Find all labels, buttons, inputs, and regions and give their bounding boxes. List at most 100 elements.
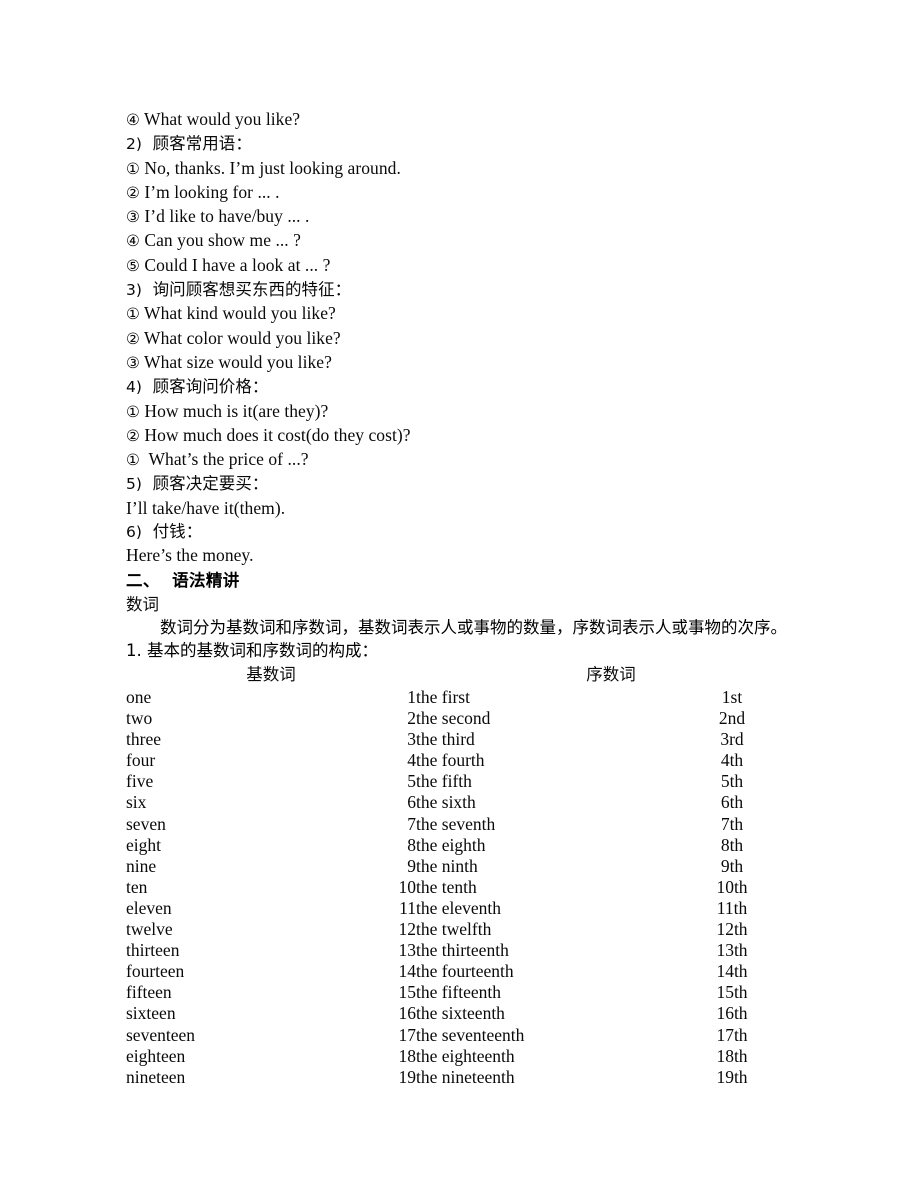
cell-ordinal-word: the fifth (416, 771, 472, 792)
cell-ordinal-number: 18th (716, 1045, 748, 1066)
phrase-text: 顾客询问价格： (142, 377, 269, 397)
cell-ordinal-word: the thirteenth (416, 940, 509, 961)
phrase-line: Here’s the money. (126, 544, 806, 567)
table-row: fifteen 15 the fifteenth 15th (126, 982, 806, 1003)
cell-ordinal-number: 16th (716, 1003, 748, 1024)
list-marker-icon: ③ (126, 353, 140, 372)
cell-cardinal-number: 17 (398, 1024, 417, 1045)
cell-cardinal-number: 9 (407, 855, 416, 876)
table-row: eighteen 18 the eighteenth 18th (126, 1046, 806, 1067)
cell-ordinal-number: 10th (716, 876, 748, 897)
cell-cardinal-word: eighteen (126, 1045, 186, 1066)
cell-ordinal-number: 1st (721, 687, 743, 707)
cell-cardinal-word: fourteen (126, 961, 185, 982)
cell-ordinal-number: 14th (716, 961, 748, 982)
cell-cardinal-number: 18 (398, 1045, 417, 1066)
phrase-line: 6) 付钱： (126, 520, 806, 544)
cell-cardinal-number: 5 (407, 771, 416, 792)
table-row: sixteen 16 the sixteenth 16th (126, 1003, 806, 1024)
cell-ordinal-number: 17th (716, 1024, 748, 1045)
phrase-line: ② What color would you like? (126, 327, 806, 351)
numerals-table-head: 基数词 序数词 (126, 662, 806, 687)
cell-ordinal-number: 15th (716, 982, 748, 1003)
phrase-text: What would you like? (139, 109, 301, 129)
cell-ordinal-number: 19th (716, 1066, 748, 1087)
cell-cardinal-word: thirteen (126, 940, 180, 961)
phrase-line: 5) 顾客决定要买： (126, 472, 806, 496)
phrase-text: No, thanks. I’m just looking around. (139, 157, 401, 178)
table-row: twelve 12 the twelfth 12th (126, 919, 806, 940)
cell-ordinal-word: the tenth (416, 876, 477, 897)
table-row: eight 8 the eighth 8th (126, 835, 806, 856)
cell-ordinal-word: the sixteenth (416, 1003, 505, 1024)
phrase-line: 3) 询问顾客想买东西的特征： (126, 278, 806, 302)
cell-cardinal-number: 6 (407, 792, 416, 813)
phrase-text: How much is it(are they)? (139, 400, 329, 421)
phrase-line: ② I’m looking for ... . (126, 181, 806, 205)
table-row: seventeen 17 the seventeenth 17th (126, 1025, 806, 1046)
cell-ordinal-word: the second (416, 708, 491, 729)
cell-cardinal-word: seven (126, 813, 166, 834)
section-heading: 二、 语法精讲 (126, 570, 240, 590)
cell-ordinal-number: 9th (720, 855, 744, 876)
cell-ordinal-word: the fifteenth (416, 982, 502, 1003)
cell-ordinal-word: the fourteenth (416, 961, 514, 982)
column-header-cardinal: 基数词 (246, 665, 296, 684)
cell-ordinal-word: the third (416, 729, 475, 750)
table-header-row: 基数词 序数词 (126, 662, 806, 687)
phrase-line: ③ What size would you like? (126, 351, 806, 375)
cell-cardinal-number: 12 (398, 919, 417, 940)
cell-ordinal-number: 11th (716, 897, 748, 918)
phrase-line: ① What kind would you like? (126, 302, 806, 326)
phrase-text: What’s the price of ...? (139, 449, 309, 470)
phrase-text: What kind would you like? (139, 303, 336, 324)
list-marker-icon: ⑤ (126, 256, 140, 275)
column-header-ordinal: 序数词 (586, 665, 636, 684)
cell-ordinal-number: 3rd (720, 729, 744, 750)
cell-cardinal-number: 1 (407, 687, 416, 707)
intro-paragraph: 数词分为基数词和序数词，基数词表示人或事物的数量，序数词表示人或事物的次序。 (126, 616, 802, 639)
cell-cardinal-word: two (126, 708, 153, 729)
list-marker-icon: ② (126, 183, 140, 202)
phrase-text: 顾客决定要买： (142, 474, 269, 494)
cell-ordinal-word: the seventeenth (416, 1024, 525, 1045)
phrase-text: I’d like to have/buy ... . (139, 206, 310, 227)
cell-ordinal-word: the eighth (416, 834, 486, 855)
cell-cardinal-number: 19 (398, 1066, 417, 1087)
phrase-text: Could I have a look at ... ? (139, 254, 331, 275)
cell-ordinal-number: 7th (720, 813, 744, 834)
list-marker-icon: 2) (126, 135, 143, 154)
phrase-line: I’ll take/have it(them). (126, 497, 806, 520)
cell-cardinal-word: four (126, 750, 156, 771)
phrase-line: ② How much does it cost(do they cost)? (126, 424, 806, 448)
numerals-table-body: one 1 the first 1st two 2 the second 2nd three 3 t… (126, 687, 806, 1088)
cell-cardinal-word: eight (126, 834, 161, 855)
numerals-table: 基数词 序数词 one 1 the first 1st two 2 the second 2n… (126, 662, 806, 1088)
phrase-text: Here’s the money. (126, 545, 254, 566)
phrase-text: I’ll take/have it(them). (126, 497, 286, 518)
list-marker-icon: ② (126, 329, 140, 348)
cell-cardinal-word: three (126, 729, 161, 750)
phrase-text: What color would you like? (139, 327, 341, 348)
list-marker-icon: ② (126, 426, 140, 445)
table-row: one 1 the first 1st (126, 687, 806, 708)
list-marker-icon: 3) (126, 281, 143, 300)
cell-cardinal-number: 13 (398, 940, 417, 961)
phrase-line: ④ What would you like? (126, 108, 806, 132)
list-marker-icon: ① (126, 305, 140, 324)
cell-ordinal-number: 4th (720, 750, 744, 771)
cell-ordinal-word: the sixth (416, 792, 476, 813)
cell-cardinal-word: nineteen (126, 1066, 186, 1087)
phrase-text: 付钱： (142, 522, 203, 542)
table-row: nineteen 19 the nineteenth 19th (126, 1067, 806, 1088)
cell-ordinal-word: the ninth (416, 855, 478, 876)
phrase-text: I’m looking for ... . (139, 181, 280, 202)
cell-ordinal-word: the nineteenth (416, 1066, 515, 1087)
phrase-text: 询问顾客想买东西的特征： (142, 280, 352, 300)
cell-cardinal-word: five (126, 771, 154, 792)
cell-cardinal-word: twelve (126, 919, 173, 940)
list-marker-icon: ③ (126, 208, 140, 227)
cell-cardinal-number: 4 (407, 750, 416, 771)
table-row: eleven 11 the eleventh 11th (126, 898, 806, 919)
cell-ordinal-word: the eighteenth (416, 1045, 515, 1066)
